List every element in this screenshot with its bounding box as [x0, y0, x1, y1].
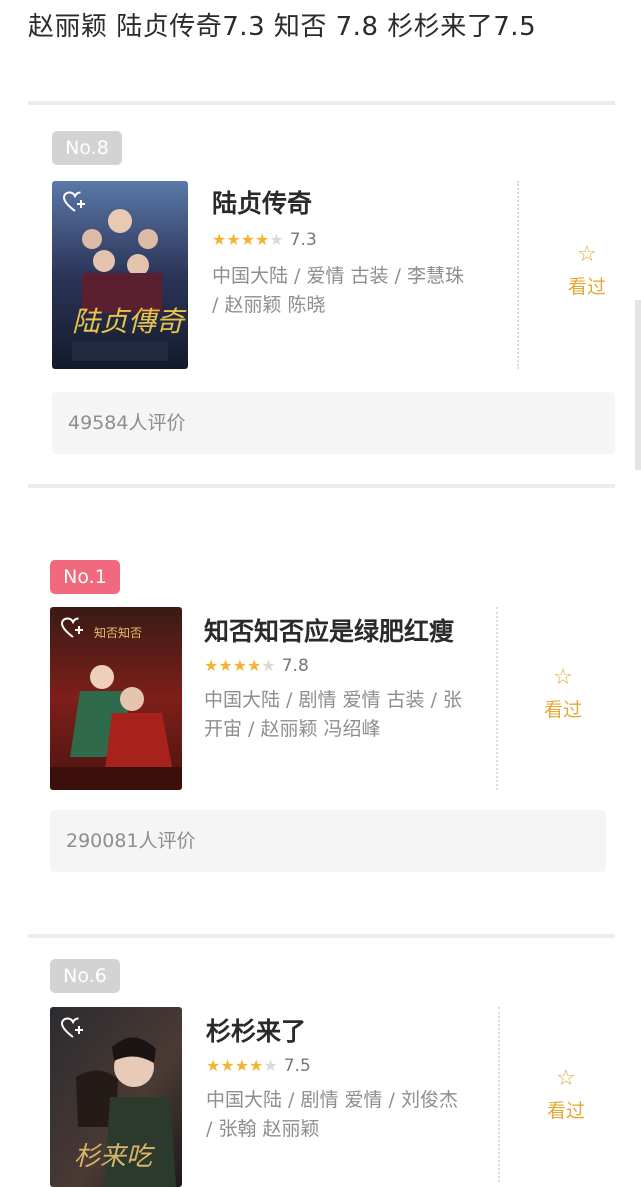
item-title[interactable]: 知否知否应是绿肥红瘦	[204, 612, 454, 648]
rank-badge: No.6	[50, 959, 120, 993]
add-to-list-icon[interactable]	[60, 1017, 86, 1039]
rating-score: 7.8	[281, 656, 309, 676]
seen-label: 看过	[543, 699, 582, 721]
mark-seen-button[interactable]: ☆ 看过	[533, 665, 593, 722]
poster-image[interactable]: 杉来吃	[50, 1007, 182, 1187]
rating-count: 49584人评价	[52, 392, 615, 454]
meta-line: 中国大陆 / 爱情 古装 / 李慧珠	[212, 265, 465, 287]
star-outline-icon: ☆	[553, 665, 573, 690]
star-outline-icon: ☆	[577, 242, 597, 267]
meta-line: / 赵丽颖 陈晓	[212, 294, 326, 316]
add-to-list-icon[interactable]	[62, 191, 88, 213]
add-to-list-icon[interactable]	[60, 617, 86, 639]
item-meta: 中国大陆 / 爱情 古装 / 李慧珠 / 赵丽颖 陈晓	[212, 262, 502, 320]
vertical-divider	[496, 607, 498, 790]
item-title[interactable]: 陆贞传奇	[212, 184, 312, 220]
svg-text:知否知否: 知否知否	[94, 626, 142, 640]
svg-text:陆贞傳奇: 陆贞傳奇	[72, 305, 187, 338]
item-meta: 中国大陆 / 剧情 爱情 古装 / 张 开宙 / 赵丽颖 冯绍峰	[204, 686, 489, 744]
poster-image[interactable]: 陆贞傳奇	[52, 181, 188, 369]
poster-image[interactable]: 知否知否	[50, 607, 182, 790]
meta-line: / 张翰 赵丽颖	[206, 1118, 320, 1140]
section-divider	[28, 934, 615, 938]
rating-stars: ★★★★★ 7.8	[204, 656, 309, 676]
meta-line: 中国大陆 / 剧情 爱情 / 刘俊杰	[206, 1089, 459, 1111]
vertical-divider	[498, 1007, 500, 1182]
section-divider	[28, 484, 615, 488]
section-divider	[28, 101, 615, 105]
item-meta: 中国大陆 / 剧情 爱情 / 刘俊杰 / 张翰 赵丽颖	[206, 1086, 491, 1144]
rank-badge: No.1	[50, 560, 120, 594]
rating-score: 7.5	[283, 1056, 311, 1076]
rating-score: 7.3	[289, 230, 317, 250]
meta-line: 开宙 / 赵丽颖 冯绍峰	[204, 718, 381, 740]
mark-seen-button[interactable]: ☆ 看过	[557, 242, 617, 299]
rating-stars: ★★★★★ 7.3	[212, 230, 317, 250]
mark-seen-button[interactable]: ☆ 看过	[536, 1066, 596, 1123]
star-outline-icon: ☆	[556, 1066, 576, 1091]
meta-line: 中国大陆 / 剧情 爱情 古装 / 张	[204, 689, 463, 711]
svg-text:杉来吃: 杉来吃	[74, 1142, 156, 1172]
rating-count: 290081人评价	[50, 810, 606, 872]
page-headline: 赵丽颖 陆贞传奇7.3 知否 7.8 杉杉来了7.5	[28, 12, 537, 42]
vertical-divider	[517, 181, 519, 369]
rating-stars: ★★★★★ 7.5	[206, 1056, 311, 1076]
seen-label: 看过	[546, 1100, 585, 1122]
rank-badge: No.8	[52, 131, 122, 165]
scrollbar-thumb[interactable]	[635, 300, 641, 470]
item-title[interactable]: 杉杉来了	[206, 1012, 306, 1048]
seen-label: 看过	[567, 276, 606, 298]
